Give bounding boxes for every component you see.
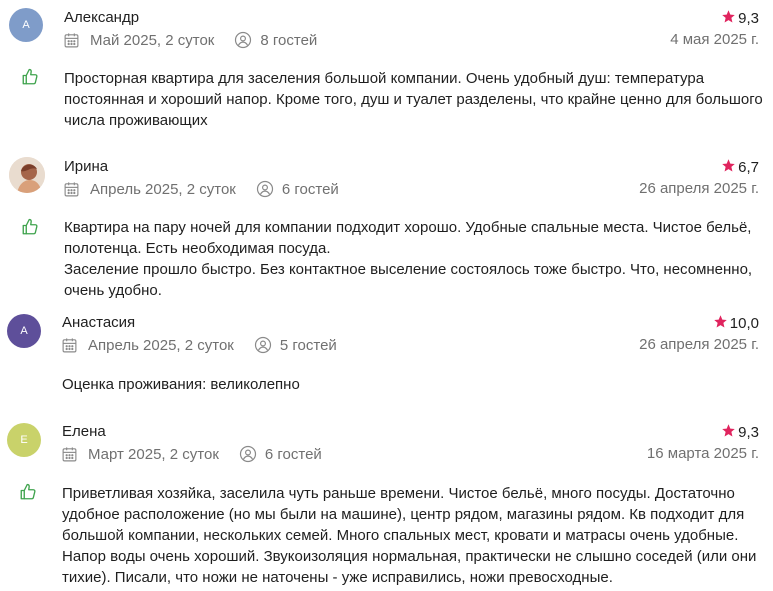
- review-text: Оценка проживания: великолепно: [62, 376, 300, 393]
- stay-period: Апрель 2025, 2 суток: [88, 336, 234, 354]
- calendar-icon: [61, 446, 78, 463]
- star-icon: [721, 9, 736, 28]
- calendar-icon: [63, 181, 80, 198]
- guest-count: 8 гостей: [260, 31, 318, 49]
- calendar-icon: [61, 337, 78, 354]
- rating-value: 9,3: [738, 10, 759, 27]
- avatar[interactable]: Е: [7, 423, 41, 457]
- stay-meta: Май 2025, 2 суток 8 гостей: [63, 31, 317, 49]
- reviewer-name: Анастасия: [62, 314, 136, 331]
- avatar-letter: Е: [20, 434, 28, 446]
- avatar-photo: [9, 157, 45, 193]
- rating: 6,7: [721, 158, 759, 177]
- rating-value: 6,7: [738, 159, 759, 176]
- avatar[interactable]: А: [7, 314, 41, 348]
- rating: 10,0: [713, 314, 759, 333]
- stay-period: Май 2025, 2 суток: [90, 31, 215, 49]
- thumbs-up-icon: [21, 218, 39, 236]
- star-icon: [713, 314, 728, 333]
- star-icon: [721, 423, 736, 442]
- rating: 9,3: [721, 423, 759, 442]
- reviewer-name: Александр: [64, 9, 140, 26]
- person-icon: [234, 31, 252, 49]
- stay-meta: Апрель 2025, 2 суток 5 гостей: [61, 336, 337, 354]
- person-icon: [256, 180, 274, 198]
- rating-value: 9,3: [738, 424, 759, 441]
- review-text: Приветливая хозяйка, заселила чуть раньш…: [62, 485, 757, 586]
- avatar-letter: А: [20, 325, 28, 337]
- stay-period: Март 2025, 2 суток: [88, 445, 219, 463]
- reviewer-name: Елена: [62, 423, 106, 440]
- stay-meta: Март 2025, 2 суток 6 гостей: [61, 445, 322, 463]
- avatar[interactable]: А: [9, 8, 43, 42]
- review-text: Квартира на пару ночей для компании подх…: [64, 219, 753, 299]
- avatar-letter: А: [22, 19, 30, 31]
- stay-meta: Апрель 2025, 2 суток 6 гостей: [63, 180, 339, 198]
- person-icon: [254, 336, 272, 354]
- avatar[interactable]: [9, 157, 45, 193]
- rating-value: 10,0: [729, 315, 759, 332]
- thumbs-up-icon: [21, 68, 39, 86]
- reviewer-name: Ирина: [64, 158, 109, 175]
- review-date: 16 марта 2025 г.: [646, 445, 759, 462]
- rating: 9,3: [721, 9, 759, 28]
- star-icon: [721, 158, 736, 177]
- review-date: 26 апреля 2025 г.: [639, 180, 759, 197]
- guest-count: 5 гостей: [279, 336, 337, 354]
- guest-count: 6 гостей: [264, 445, 322, 463]
- guest-count: 6 гостей: [281, 180, 339, 198]
- thumbs-up-icon: [19, 483, 37, 501]
- review-date: 26 апреля 2025 г.: [639, 336, 759, 353]
- review-text: Просторная квартира для заселения большо…: [64, 70, 763, 129]
- stay-period: Апрель 2025, 2 суток: [90, 180, 236, 198]
- person-icon: [239, 445, 257, 463]
- calendar-icon: [63, 32, 80, 49]
- review-date: 4 мая 2025 г.: [670, 31, 759, 48]
